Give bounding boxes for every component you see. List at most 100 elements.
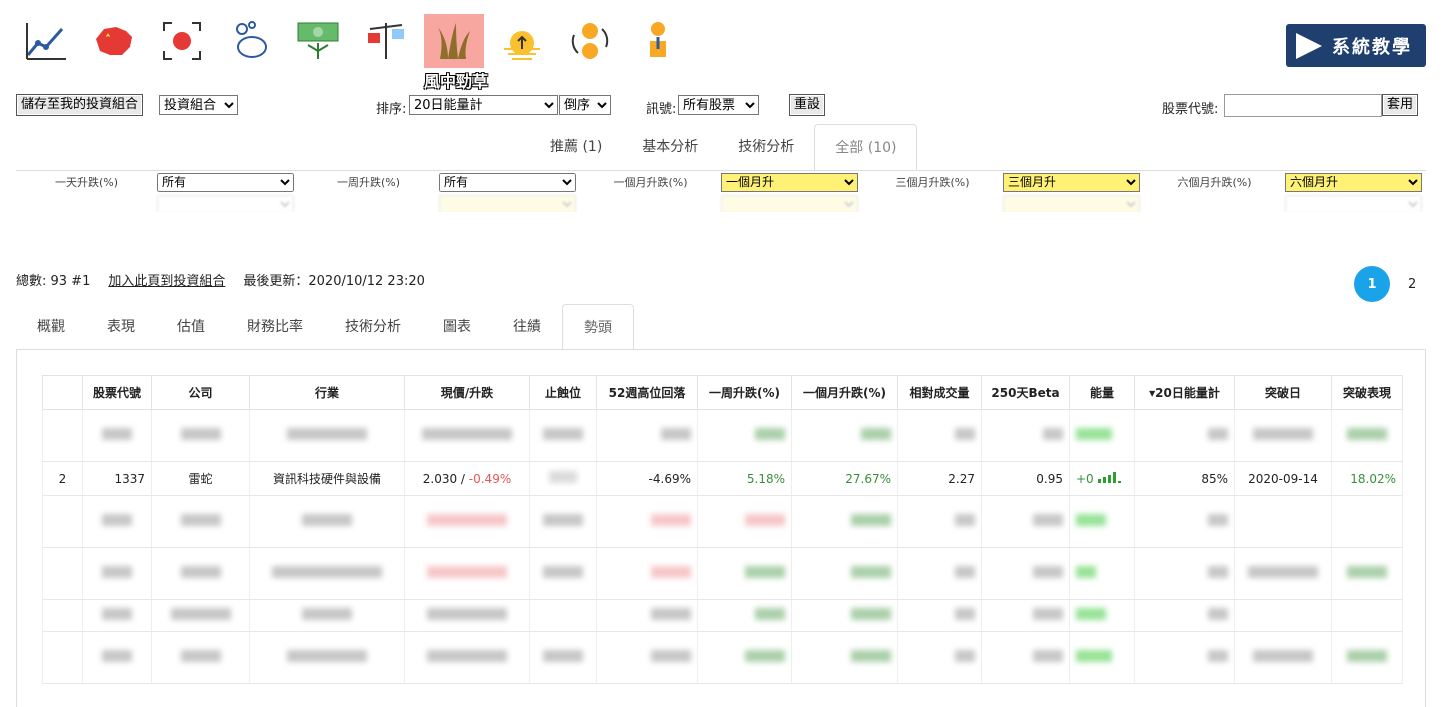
tab-valuation[interactable]: 估值 (156, 304, 226, 350)
line-chart-icon[interactable] (16, 14, 76, 68)
tab-performance[interactable]: 表現 (86, 304, 156, 350)
tab-recommended[interactable]: 推薦 (1) (530, 124, 622, 170)
sunrise-icon[interactable] (492, 14, 552, 68)
month-change: 27.67% (791, 461, 898, 496)
add-page-to-portfolio-link[interactable]: 加入此頁到投資組合 (108, 270, 225, 289)
stop-loss (529, 461, 597, 496)
pagination: 1 2 (1354, 266, 1416, 302)
col-code[interactable]: 股票代號 (82, 375, 152, 410)
col-energy[interactable]: 能量 (1069, 375, 1135, 410)
table-row-obscured (42, 599, 1403, 632)
page-2-button[interactable]: 2 (1408, 277, 1416, 292)
tab-overview[interactable]: 概觀 (16, 304, 86, 350)
filter-select[interactable]: 六個月升 (1285, 172, 1422, 192)
tab-momentum[interactable]: 勢頭 (562, 304, 634, 350)
col-month[interactable]: 一個月升跌(%) (791, 375, 898, 410)
filter-row: 一天升跌(%) 所有 一周升跌(%) 所有 一個月升跌(%) 一個月升 三個月升… (16, 171, 1426, 193)
filter-select[interactable]: 一個月升 (721, 172, 858, 192)
page-1-button[interactable]: 1 (1354, 266, 1390, 302)
filter-select[interactable]: 所有 (157, 172, 294, 192)
tab-fundamental[interactable]: 基本分析 (622, 124, 718, 170)
week-change: 5.18% (697, 461, 792, 496)
table-row[interactable]: 2 1337 雷蛇 資訊科技硬件與設備 2.030 / -0.49% -4.69… (42, 461, 1403, 496)
coin-growth-icon[interactable] (628, 14, 688, 68)
row-index: 2 (42, 461, 83, 496)
tab-technicals[interactable]: 技術分析 (324, 304, 422, 350)
stock-code-label: 股票代號: (1162, 102, 1219, 117)
price-value: 2.030 (422, 471, 458, 486)
grass-icon[interactable]: 風中勁草 (424, 14, 488, 91)
col-company[interactable]: 公司 (151, 375, 250, 410)
table-header-row: 股票代號 公司 行業 現價/升跌 止蝕位 52週高位回落 一周升跌(%) 一個月… (42, 375, 1403, 410)
tab-all[interactable]: 全部 (10) (814, 124, 918, 170)
energy20-value: 85% (1134, 461, 1235, 496)
results-panel: 股票代號 公司 行業 現價/升跌 止蝕位 52週高位回落 一周升跌(%) 一個月… (16, 349, 1426, 707)
signal-label: 訊號: (646, 102, 677, 117)
beta-value: 0.95 (981, 461, 1070, 496)
col-relvol[interactable]: 相對成交量 (897, 375, 982, 410)
industry-name: 資訊科技硬件與設備 (249, 461, 405, 496)
breakout-performance: 18.02% (1331, 461, 1403, 496)
tab-technical[interactable]: 技術分析 (718, 124, 814, 170)
system-tutorial-button[interactable]: 系統教學 (1286, 24, 1426, 67)
filter-tabs: 推薦 (1) 基本分析 技術分析 全部 (10) (530, 124, 918, 170)
active-tool-label: 風中勁草 (424, 72, 489, 91)
filter-label: 一周升跌(%) (336, 176, 401, 189)
filter-select[interactable]: 所有 (439, 172, 576, 192)
col-week[interactable]: 一周升跌(%) (697, 375, 792, 410)
col-industry[interactable]: 行業 (249, 375, 405, 410)
controls-row: 儲存至我的投資組合 投資組合 排序: 20日能量計 倒序 訊號: 所有股票 重設… (16, 94, 1426, 118)
system-tutorial-label: 系統教學 (1332, 36, 1412, 58)
money-growth-icon[interactable] (288, 14, 348, 68)
filter-label: 一天升跌(%) (54, 176, 119, 189)
target-record-icon[interactable] (152, 14, 212, 68)
change-value: -0.49% (468, 471, 512, 486)
order-select[interactable]: 倒序 (559, 95, 611, 115)
col-index (42, 375, 83, 410)
col-drawdown[interactable]: 52週高位回落 (596, 375, 698, 410)
stock-code[interactable]: 1337 (82, 461, 152, 496)
table-row-obscured (42, 495, 1403, 548)
reset-button[interactable]: 重設 (789, 94, 826, 116)
breakout-date: 2020-09-14 (1234, 461, 1332, 496)
relative-volume: 2.27 (897, 461, 982, 496)
col-beta[interactable]: 250天Beta (981, 375, 1070, 410)
coin-exchange-icon[interactable] (560, 14, 620, 68)
filter-select[interactable]: 三個月升 (1003, 172, 1140, 192)
stock-code-input[interactable] (1224, 94, 1382, 117)
piggy-bank-icon[interactable] (220, 14, 280, 68)
save-portfolio-button[interactable]: 儲存至我的投資組合 (16, 94, 144, 116)
col-price[interactable]: 現價/升跌 (404, 375, 530, 410)
col-stop[interactable]: 止蝕位 (529, 375, 597, 410)
filter-label: 六個月升跌(%) (1177, 176, 1252, 189)
result-summary: 總數: 93 #1 加入此頁到投資組合 最後更新：2020/10/12 23:2… (16, 270, 425, 289)
results-table: 股票代號 公司 行業 現價/升跌 止蝕位 52週高位回落 一周升跌(%) 一個月… (42, 375, 1403, 684)
col-energy20[interactable]: ▾20日能量計 (1134, 375, 1235, 410)
view-tabs: 概觀 表現 估值 財務比率 技術分析 圖表 往績 勢頭 (16, 304, 634, 350)
china-map-icon[interactable] (84, 14, 144, 68)
apply-button[interactable]: 套用 (1382, 94, 1419, 116)
company-name[interactable]: 雷蛇 (151, 461, 250, 496)
signal-bars-icon (1097, 472, 1121, 483)
col-break-perf[interactable]: 突破表現 (1331, 375, 1403, 410)
result-count: 總數: 93 #1 (16, 274, 91, 289)
energy-cell: +0 (1069, 461, 1135, 496)
tab-history[interactable]: 往績 (492, 304, 562, 350)
table-row-obscured (42, 547, 1403, 600)
table-row-obscured (42, 631, 1403, 684)
signal-select[interactable]: 所有股票 (678, 95, 759, 115)
filter-label: 三個月升跌(%) (895, 176, 970, 189)
filter-row-obscured (16, 193, 1426, 212)
filter-label: 一個月升跌(%) (613, 176, 688, 189)
last-updated: 最後更新：2020/10/12 23:20 (243, 274, 425, 289)
table-row-obscured (42, 409, 1403, 462)
energy-value: +0 (1076, 472, 1094, 486)
price-change: 2.030 / -0.49% (404, 461, 530, 496)
filter-grid: 一天升跌(%) 所有 一周升跌(%) 所有 一個月升跌(%) 一個月升 三個月升… (16, 170, 1426, 212)
portfolio-select[interactable]: 投資組合 (159, 95, 238, 115)
col-break-date[interactable]: 突破日 (1234, 375, 1332, 410)
tab-charts[interactable]: 圖表 (422, 304, 492, 350)
sort-select[interactable]: 20日能量計 (409, 95, 558, 115)
tab-ratios[interactable]: 財務比率 (226, 304, 324, 350)
scale-icon[interactable] (356, 14, 416, 68)
